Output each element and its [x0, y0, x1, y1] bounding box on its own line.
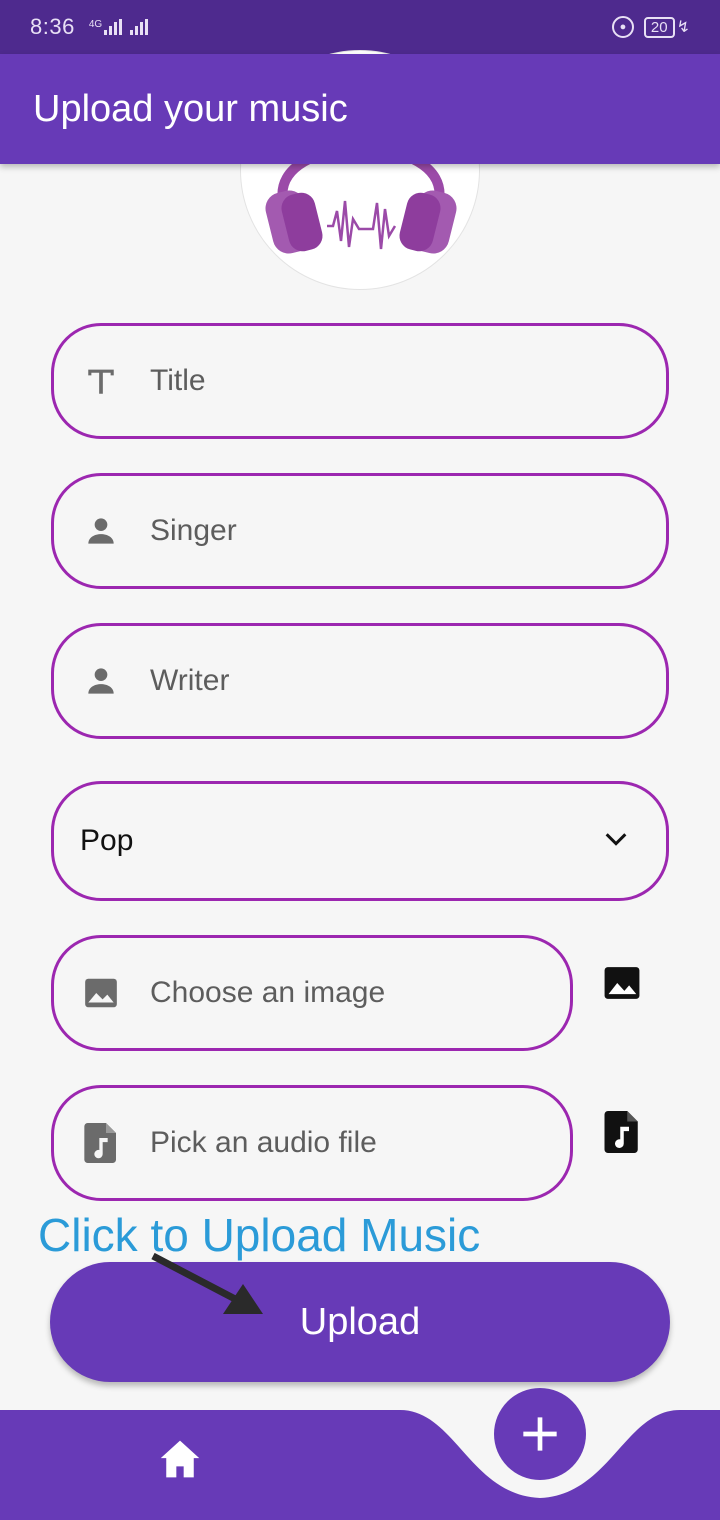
pick-audio-button[interactable] [603, 1111, 641, 1153]
chevron-down-icon [602, 825, 630, 858]
status-time: 8:36 [30, 14, 75, 39]
image-field[interactable]: Choose an image [51, 935, 573, 1051]
writer-field[interactable]: Writer [51, 623, 669, 739]
annotation-arrow-icon [151, 1252, 263, 1314]
charging-icon: ↯ [676, 19, 690, 36]
app-bar: Upload your music [0, 54, 720, 164]
pick-image-button[interactable] [603, 963, 641, 1003]
upload-button[interactable]: Upload [50, 1262, 670, 1382]
genre-dropdown[interactable]: Pop [51, 781, 669, 901]
rotation-lock-icon: ● [611, 16, 634, 38]
bottom-nav [0, 1410, 720, 1520]
person-icon [82, 662, 120, 700]
text-fields-icon [82, 362, 120, 400]
home-button[interactable] [156, 1434, 204, 1484]
image-icon [604, 967, 640, 999]
add-button[interactable] [494, 1388, 586, 1480]
home-icon [160, 1440, 200, 1478]
audio-field[interactable]: Pick an audio file [51, 1085, 573, 1201]
singer-placeholder: Singer [150, 514, 237, 547]
title-placeholder: Title [150, 364, 206, 397]
writer-placeholder: Writer [150, 664, 230, 697]
status-bar: 8:36 4G ● 20 ↯ [0, 0, 720, 54]
audio-placeholder: Pick an audio file [150, 1126, 377, 1159]
audio-file-icon [82, 1123, 120, 1163]
signal-icon: 4G [88, 19, 149, 35]
upload-button-label: Upload [299, 1300, 421, 1343]
genre-value: Pop [80, 824, 134, 857]
network-type: 4G [88, 19, 103, 30]
page-title: Upload your music [33, 87, 348, 130]
image-icon [82, 974, 120, 1012]
battery-level: 20 [643, 16, 675, 38]
title-field[interactable]: Title [51, 323, 669, 439]
audio-file-icon [604, 1111, 638, 1153]
image-placeholder: Choose an image [150, 976, 386, 1009]
battery-icon: 20 ↯ [643, 16, 690, 38]
singer-field[interactable]: Singer [51, 473, 669, 589]
plus-icon [523, 1417, 557, 1451]
person-icon [82, 512, 120, 550]
